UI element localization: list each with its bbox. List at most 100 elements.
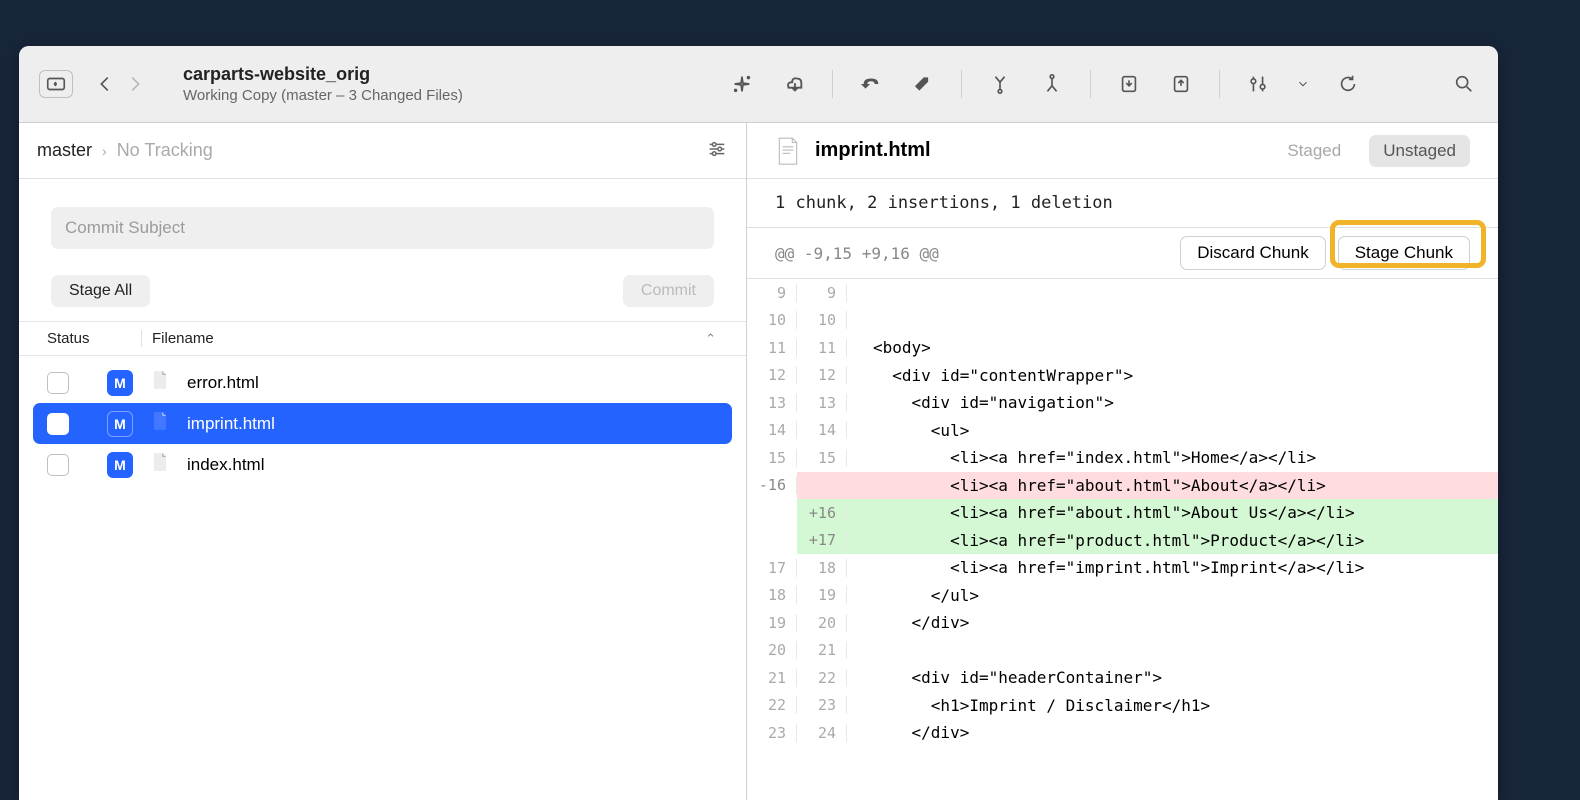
stage-checkbox[interactable] bbox=[47, 413, 69, 435]
diff-line[interactable]: 2223 <h1>Imprint / Disclaimer</h1> bbox=[747, 692, 1498, 720]
diff-line[interactable]: 1111<body> bbox=[747, 334, 1498, 362]
diff-line[interactable]: 2122 <div id="headerContainer"> bbox=[747, 664, 1498, 692]
line-number-new: 20 bbox=[797, 614, 847, 632]
diff-line[interactable]: 1414 <ul> bbox=[747, 417, 1498, 445]
code-content: <div id="navigation"> bbox=[847, 393, 1498, 412]
filename-label: imprint.html bbox=[187, 414, 275, 434]
refresh-icon[interactable] bbox=[1334, 70, 1362, 98]
code-content: <div id="headerContainer"> bbox=[847, 668, 1498, 687]
code-content: <body> bbox=[847, 338, 1498, 357]
line-number-old: 23 bbox=[747, 724, 797, 742]
stage-checkbox[interactable] bbox=[47, 454, 69, 476]
content: master › No Tracking Stage All Commit St… bbox=[19, 123, 1498, 800]
line-number-old: 11 bbox=[747, 339, 797, 357]
diff-body: 9910101111<body>1212 <div id="contentWra… bbox=[747, 279, 1498, 747]
undo-icon[interactable] bbox=[857, 70, 885, 98]
merge-icon[interactable] bbox=[986, 70, 1014, 98]
branch-name[interactable]: master bbox=[37, 140, 92, 161]
line-number-old: 9 bbox=[747, 284, 797, 302]
commit-button[interactable]: Commit bbox=[623, 275, 714, 307]
toolbar: carparts-website_orig Working Copy (mast… bbox=[19, 46, 1498, 123]
branch-bar: master › No Tracking bbox=[19, 123, 746, 179]
code-content: <li><a href="about.html">About Us</a></l… bbox=[847, 503, 1498, 522]
search-icon[interactable] bbox=[1450, 70, 1478, 98]
code-content: </ul> bbox=[847, 586, 1498, 605]
diff-line[interactable]: -16 <li><a href="about.html">About</a></… bbox=[747, 472, 1498, 500]
diff-line[interactable]: 1920 </div> bbox=[747, 609, 1498, 637]
toolbar-right bbox=[728, 70, 1478, 98]
chevron-down-icon[interactable] bbox=[1296, 70, 1310, 98]
line-number-old: 18 bbox=[747, 586, 797, 604]
file-row[interactable]: M index.html bbox=[33, 444, 732, 485]
sparkle-icon[interactable] bbox=[728, 70, 756, 98]
line-number-new: 12 bbox=[797, 366, 847, 384]
branch-icon[interactable] bbox=[1038, 70, 1066, 98]
line-number-new: 18 bbox=[797, 559, 847, 577]
stash-pop-icon[interactable] bbox=[1167, 70, 1195, 98]
diff-line[interactable]: +16 <li><a href="about.html">About Us</a… bbox=[747, 499, 1498, 527]
diff-line[interactable]: 1010 bbox=[747, 307, 1498, 335]
nav-back-icon[interactable] bbox=[91, 70, 119, 98]
line-number-old: 14 bbox=[747, 421, 797, 439]
code-content: <li><a href="about.html">About</a></li> bbox=[847, 476, 1498, 495]
diff-line[interactable]: 99 bbox=[747, 279, 1498, 307]
diff-line[interactable]: 1313 <div id="navigation"> bbox=[747, 389, 1498, 417]
line-number-old: 15 bbox=[747, 449, 797, 467]
diff-file-header: imprint.html Staged Unstaged bbox=[747, 123, 1498, 179]
file-row[interactable]: M error.html bbox=[33, 362, 732, 403]
diff-line[interactable]: 1212 <div id="contentWrapper"> bbox=[747, 362, 1498, 390]
sort-asc-icon[interactable]: ⌃ bbox=[705, 331, 718, 347]
line-number-old: 20 bbox=[747, 641, 797, 659]
fetch-icon[interactable] bbox=[780, 70, 808, 98]
code-content: <h1>Imprint / Disclaimer</h1> bbox=[847, 696, 1498, 715]
tracking-label[interactable]: No Tracking bbox=[117, 140, 213, 161]
code-content: </div> bbox=[847, 723, 1498, 742]
redo-icon[interactable] bbox=[909, 70, 937, 98]
file-icon bbox=[151, 370, 169, 395]
diff-line[interactable]: 1515 <li><a href="index.html">Home</a></… bbox=[747, 444, 1498, 472]
status-badge: M bbox=[107, 452, 133, 478]
line-number-new: 21 bbox=[797, 641, 847, 659]
discard-chunk-button[interactable]: Discard Chunk bbox=[1180, 236, 1326, 270]
nav-forward-icon[interactable] bbox=[121, 70, 149, 98]
right-panel: imprint.html Staged Unstaged 1 chunk, 2 … bbox=[747, 123, 1498, 800]
code-content: <ul> bbox=[847, 421, 1498, 440]
line-number-new: 15 bbox=[797, 449, 847, 467]
commit-area bbox=[19, 179, 746, 257]
code-content: <li><a href="product.html">Product</a></… bbox=[847, 531, 1498, 550]
diff-line[interactable]: 2021 bbox=[747, 637, 1498, 665]
col-status[interactable]: Status bbox=[47, 330, 141, 347]
commit-subject-input[interactable] bbox=[51, 207, 714, 249]
diff-summary: 1 chunk, 2 insertions, 1 deletion bbox=[747, 179, 1498, 228]
diff-line[interactable]: 1718 <li><a href="imprint.html">Imprint<… bbox=[747, 554, 1498, 582]
line-number-new: 11 bbox=[797, 339, 847, 357]
file-row[interactable]: M imprint.html bbox=[33, 403, 732, 444]
stage-checkbox[interactable] bbox=[47, 372, 69, 394]
tab-staged[interactable]: Staged bbox=[1273, 135, 1355, 167]
status-badge: M bbox=[107, 370, 133, 396]
line-number-old: 22 bbox=[747, 696, 797, 714]
stash-save-icon[interactable] bbox=[1115, 70, 1143, 98]
breadcrumb-chevron-icon: › bbox=[102, 143, 107, 159]
settings-sliders-icon[interactable] bbox=[1244, 70, 1272, 98]
file-icon bbox=[151, 452, 169, 477]
line-number-new: 9 bbox=[797, 284, 847, 302]
diff-line[interactable]: 1819 </ul> bbox=[747, 582, 1498, 610]
stage-chunk-button[interactable]: Stage Chunk bbox=[1338, 236, 1470, 270]
toolbar-left: carparts-website_orig Working Copy (mast… bbox=[39, 64, 463, 104]
code-content: <li><a href="index.html">Home</a></li> bbox=[847, 448, 1498, 467]
diff-line[interactable]: 2324 </div> bbox=[747, 719, 1498, 747]
filter-settings-icon[interactable] bbox=[706, 138, 728, 163]
col-filename[interactable]: Filename bbox=[141, 330, 705, 347]
line-number-old: 19 bbox=[747, 614, 797, 632]
line-number-old: 13 bbox=[747, 394, 797, 412]
line-number-new: 24 bbox=[797, 724, 847, 742]
code-content: <div id="contentWrapper"> bbox=[847, 366, 1498, 385]
diff-line[interactable]: +17 <li><a href="product.html">Product</… bbox=[747, 527, 1498, 555]
commit-actions: Stage All Commit bbox=[19, 257, 746, 321]
tab-unstaged[interactable]: Unstaged bbox=[1369, 135, 1470, 167]
left-panel: master › No Tracking Stage All Commit St… bbox=[19, 123, 747, 800]
toggle-sidebar-icon[interactable] bbox=[39, 70, 73, 98]
chunk-header: @@ -9,15 +9,16 @@ Discard Chunk Stage Ch… bbox=[747, 228, 1498, 278]
stage-all-button[interactable]: Stage All bbox=[51, 275, 150, 307]
